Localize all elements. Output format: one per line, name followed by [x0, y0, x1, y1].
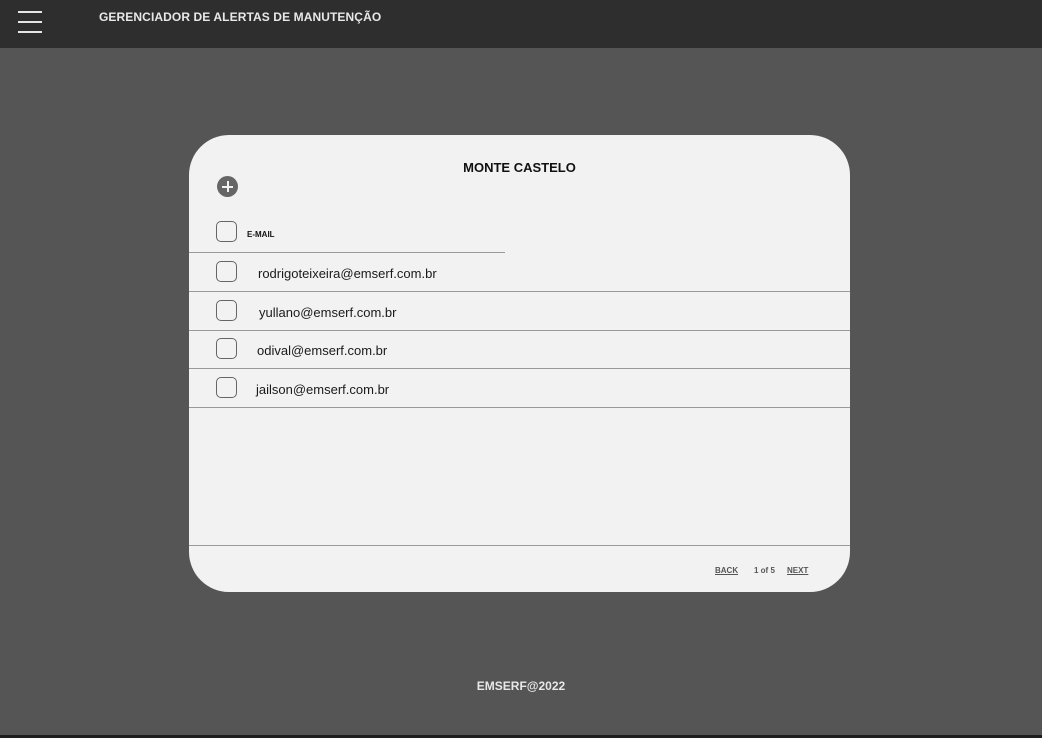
row-email: rodrigoteixeira@emserf.com.br: [258, 266, 437, 281]
row-email: jailson@emserf.com.br: [256, 382, 390, 397]
table-header: E-MAIL: [189, 214, 505, 253]
email-list-card: MONTE CASTELO E-MAIL rodrigoteixeira@ems…: [189, 135, 850, 592]
card-footer-divider: [189, 545, 850, 546]
row-checkbox[interactable]: [216, 338, 237, 359]
next-link[interactable]: NEXT: [787, 566, 808, 575]
hamburger-menu-icon[interactable]: [18, 11, 42, 34]
select-all-checkbox[interactable]: [216, 221, 237, 242]
row-checkbox[interactable]: [216, 377, 237, 398]
card-title: MONTE CASTELO: [463, 160, 576, 175]
row-checkbox[interactable]: [216, 300, 237, 321]
email-column-header: E-MAIL: [247, 230, 275, 239]
back-link[interactable]: BACK: [715, 566, 738, 575]
top-bar: GERENCIADOR DE ALERTAS DE MANUTENÇÃO: [0, 0, 1042, 48]
table-row[interactable]: rodrigoteixeira@emserf.com.br: [189, 253, 850, 292]
table-row[interactable]: jailson@emserf.com.br: [189, 369, 850, 408]
row-checkbox[interactable]: [216, 261, 237, 282]
table-row[interactable]: odival@emserf.com.br: [189, 330, 850, 369]
row-email: yullano@emserf.com.br: [259, 305, 397, 320]
row-email: odival@emserf.com.br: [257, 343, 388, 358]
app-title: GERENCIADOR DE ALERTAS DE MANUTENÇÃO: [99, 10, 382, 24]
add-email-button[interactable]: [217, 176, 238, 197]
footer-copyright: EMSERF@2022: [476, 679, 566, 693]
table-row[interactable]: yullano@emserf.com.br: [189, 292, 850, 331]
page-indicator: 1 of 5: [754, 566, 775, 575]
